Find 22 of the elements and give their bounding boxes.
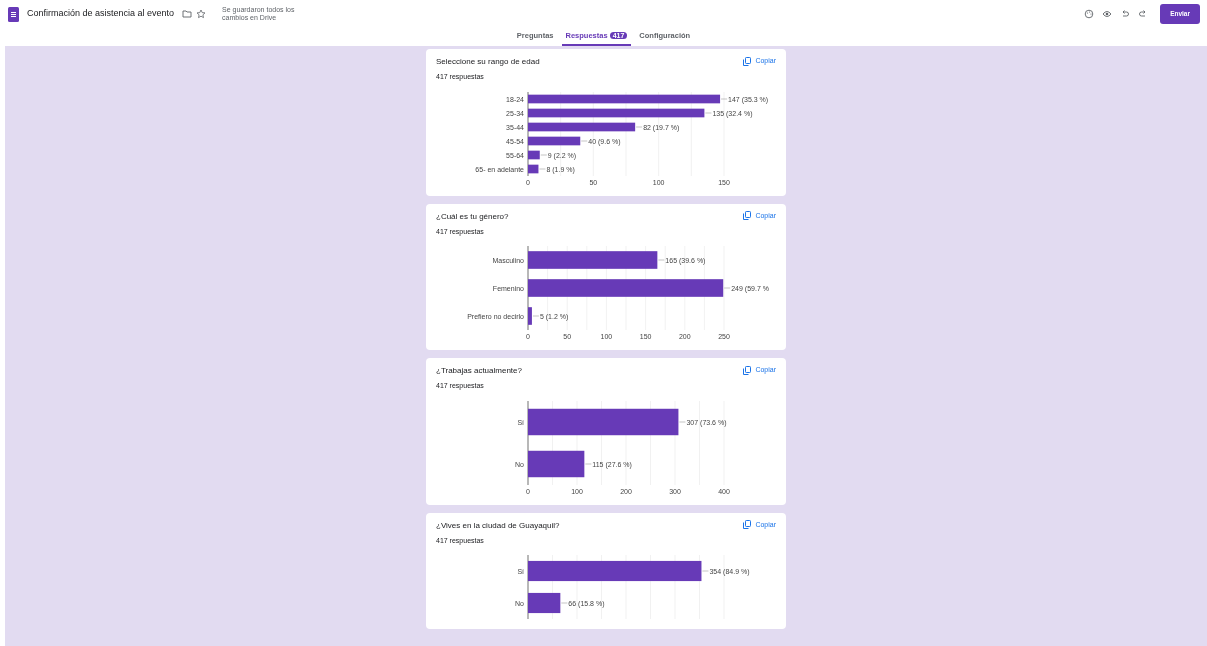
bar: [528, 164, 539, 173]
star-icon[interactable]: [196, 9, 207, 19]
question-title: ¿Trabajas actualmente?: [436, 365, 522, 377]
question-title: Seleccione su rango de edad: [436, 56, 540, 68]
bar: [528, 450, 585, 477]
bar: [528, 136, 581, 145]
question-title: ¿Cuál es tu género?: [436, 210, 509, 223]
document-title[interactable]: Confirmación de asistencia al evento: [27, 7, 175, 21]
bar: [528, 592, 561, 614]
chart-axis: [527, 554, 529, 620]
question-title: ¿Vives en la ciudad de Guayaquil?: [436, 519, 560, 532]
bar: [528, 307, 532, 325]
eye-icon[interactable]: [1102, 9, 1113, 19]
copy-icon: [743, 211, 752, 221]
bar: [528, 150, 540, 159]
folder-icon[interactable]: [182, 9, 193, 19]
copy-icon: [743, 56, 752, 66]
undo-icon[interactable]: [1120, 9, 1131, 19]
copy-icon: [743, 365, 752, 375]
palette-icon[interactable]: [1084, 9, 1095, 19]
forms-logo-icon[interactable]: [8, 6, 19, 22]
copy-icon: [743, 520, 752, 530]
